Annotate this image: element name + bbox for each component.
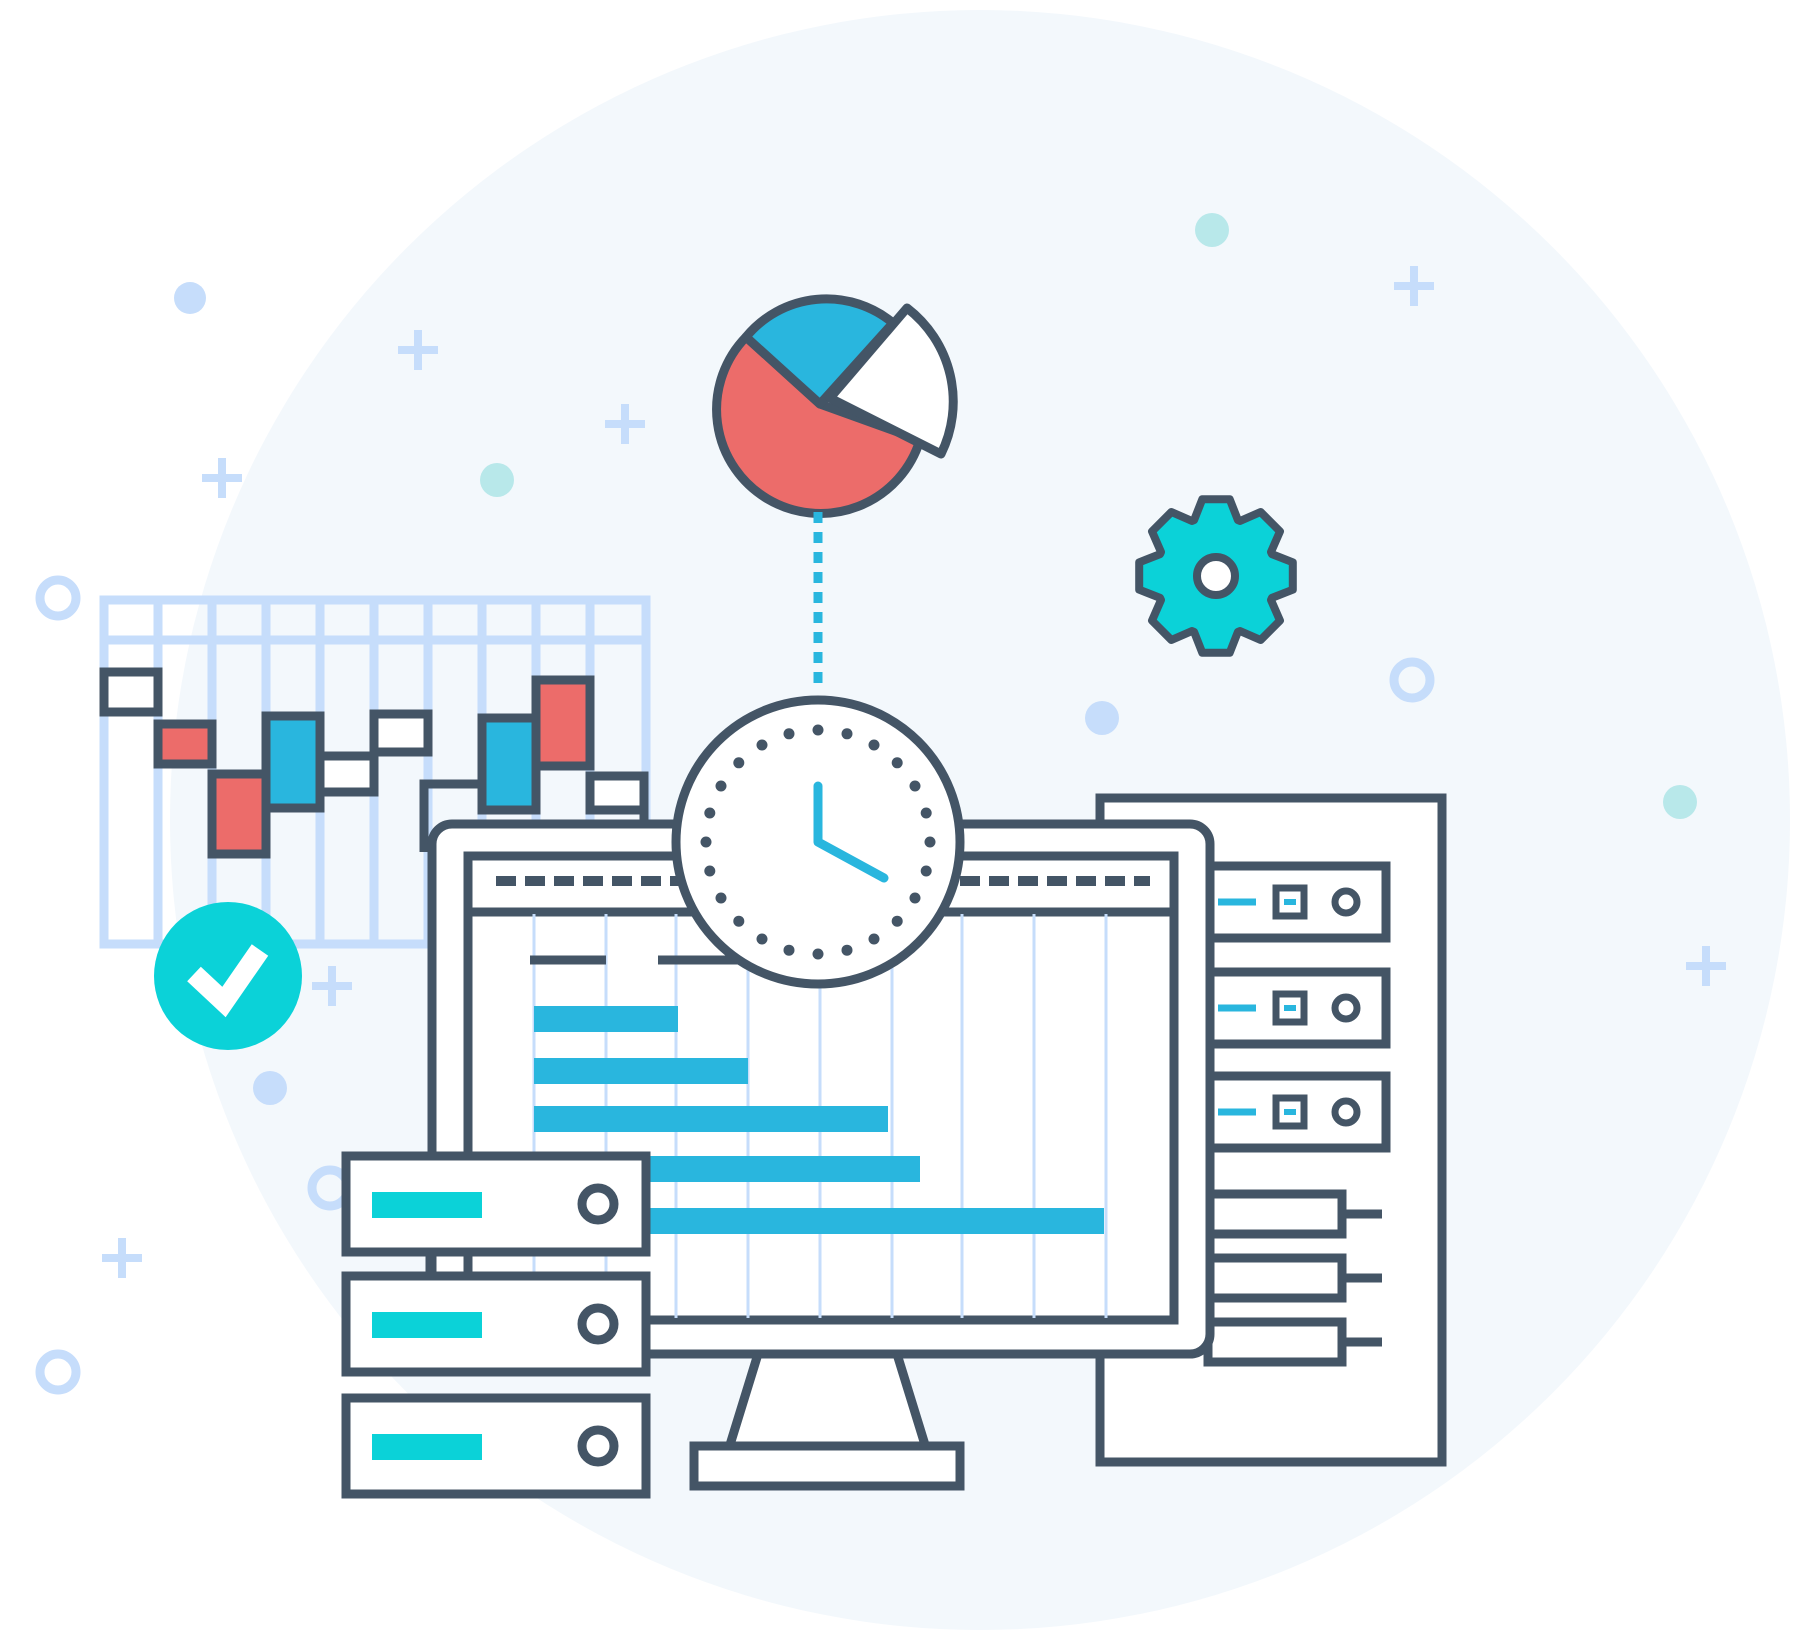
candlestick-bar: [369, 709, 433, 757]
gantt-bar: [534, 1106, 888, 1132]
rack-connector: [1203, 1189, 1347, 1239]
clock-tick: [891, 915, 903, 927]
clock-tick: [700, 836, 712, 848]
clock-tick: [783, 728, 795, 740]
clock-tick: [868, 933, 880, 945]
clock-tick: [756, 933, 768, 945]
server-unit-button: [577, 1425, 619, 1467]
clock-tick: [756, 739, 768, 751]
candlestick-bar: [531, 675, 595, 771]
candlestick-bar: [153, 719, 217, 769]
clock-tick: [920, 865, 932, 877]
candlestick-bar: [315, 751, 379, 797]
clock-tick: [841, 728, 853, 740]
plus-decoration: [202, 458, 242, 498]
gantt-bar: [534, 1058, 748, 1084]
server-unit-indicator: [372, 1434, 482, 1460]
dot-decoration: [1195, 213, 1229, 247]
rack-unit-led: [1331, 1097, 1361, 1127]
clock-tick: [924, 836, 936, 848]
rack-unit-led: [1331, 993, 1361, 1023]
clock-tick: [733, 757, 745, 769]
clock-tick: [715, 780, 727, 792]
clock-tick: [920, 807, 932, 819]
dot-decoration: [253, 1071, 287, 1105]
dot-decoration: [480, 463, 514, 497]
clock-tick: [841, 944, 853, 956]
illustration: [35, 10, 1790, 1630]
server-unit-button: [577, 1183, 619, 1225]
clock-tick: [909, 780, 921, 792]
server-unit-indicator: [372, 1312, 482, 1338]
clock-tick: [733, 915, 745, 927]
gantt-bar: [534, 1006, 678, 1032]
clock-tick: [868, 739, 880, 751]
clock-tick: [812, 724, 824, 736]
clock-tick: [891, 757, 903, 769]
candlestick-bar: [261, 711, 325, 813]
clock-tick: [704, 865, 716, 877]
candlestick-bar: [207, 769, 271, 859]
dot-decoration: [1663, 785, 1697, 819]
rack-unit-led: [1331, 887, 1361, 917]
dot-decoration: [1085, 701, 1119, 735]
server-stack-icon: [341, 1151, 651, 1499]
ring-decoration: [35, 575, 81, 621]
clock-tick: [704, 807, 716, 819]
server-unit-button: [577, 1303, 619, 1345]
clock-tick: [715, 892, 727, 904]
checkmark-badge-icon: [154, 902, 302, 1050]
clock-tick: [783, 944, 795, 956]
clock-icon: [671, 695, 965, 989]
gear-icon: [1135, 495, 1297, 657]
rack-connector: [1203, 1317, 1347, 1367]
dot-decoration: [174, 282, 206, 314]
candlestick-bar: [585, 771, 649, 815]
rack-connector: [1203, 1253, 1347, 1303]
ring-decoration: [35, 1349, 81, 1395]
clock-tick: [909, 892, 921, 904]
server-unit-indicator: [372, 1192, 482, 1218]
candlestick-bar: [477, 713, 541, 815]
plus-decoration: [102, 1238, 142, 1278]
clock-tick: [812, 948, 824, 960]
candlestick-bar: [99, 667, 163, 717]
